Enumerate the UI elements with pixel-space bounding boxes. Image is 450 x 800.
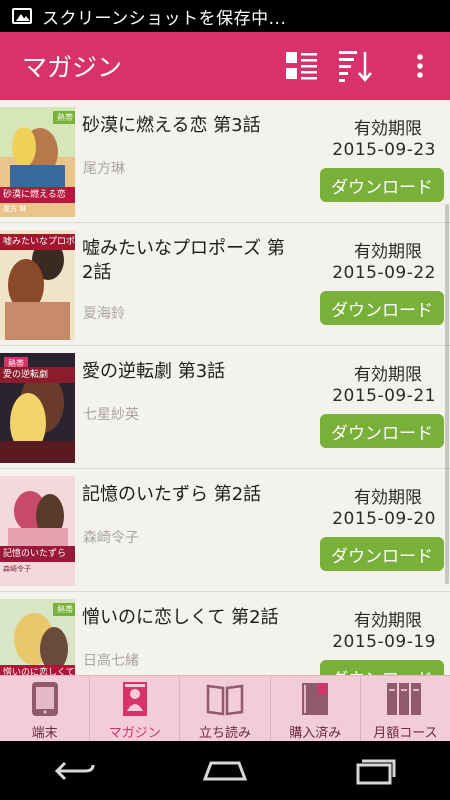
list-item[interactable]: 熱帯 砂漠に燃える恋 尾方 琳 砂漠に燃える恋 第3話 尾方琳 有効期限 201… bbox=[0, 100, 450, 223]
cover-image[interactable]: 熱帯 愛の逆転劇 bbox=[0, 353, 75, 463]
magazine-list[interactable]: 熱帯 砂漠に燃える恋 尾方 琳 砂漠に燃える恋 第3話 尾方琳 有効期限 201… bbox=[0, 100, 450, 675]
open-book-icon bbox=[206, 680, 244, 718]
list-item[interactable]: 熱帯 憎いのに恋しくて 憎いのに恋しくて 第2話 日高七緒 有効期限 2015-… bbox=[0, 592, 450, 675]
item-author: 七星紗英 bbox=[83, 407, 139, 423]
nav-label: 立ち読み bbox=[199, 726, 252, 741]
expiry-date: 2015-09-21 bbox=[332, 386, 436, 406]
app-bar: マガジン bbox=[0, 32, 450, 100]
books-icon bbox=[385, 680, 425, 718]
magazine-icon bbox=[120, 680, 150, 718]
cover-badge: 熱帯 bbox=[53, 111, 75, 124]
cover-title: 嘘みたいなプロポーズ bbox=[0, 234, 75, 250]
download-button[interactable]: ダウンロード bbox=[320, 660, 444, 675]
nav-item-magazine[interactable]: マガジン bbox=[89, 676, 179, 741]
nav-item-subscription[interactable]: 月額コース bbox=[359, 676, 450, 741]
item-author: 日高七緒 bbox=[83, 653, 139, 669]
back-icon[interactable] bbox=[45, 751, 105, 791]
cover-author: 尾方 琳 bbox=[3, 205, 27, 213]
system-nav-bar bbox=[0, 741, 450, 800]
download-button[interactable]: ダウンロード bbox=[320, 291, 444, 325]
nav-item-purchased[interactable]: 購入済み bbox=[269, 676, 360, 741]
home-icon[interactable] bbox=[195, 751, 255, 791]
expiry-date: 2015-09-23 bbox=[332, 140, 436, 160]
cover-title: 愛の逆転劇 bbox=[0, 367, 75, 383]
item-title[interactable]: 憎いのに恋しくて 第2話 bbox=[82, 606, 292, 630]
cover-image[interactable]: 記憶のいたずら 森崎令子 bbox=[0, 476, 75, 586]
status-bar: スクリーンショットを保存中... bbox=[0, 0, 450, 32]
scrollbar[interactable] bbox=[445, 204, 449, 584]
item-title[interactable]: 砂漠に燃える恋 第3話 bbox=[82, 114, 292, 138]
cover-image[interactable]: 熱帯 憎いのに恋しくて bbox=[0, 599, 75, 675]
expiry-label: 有効期限 bbox=[354, 611, 422, 631]
item-title[interactable]: 愛の逆転劇 第3話 bbox=[82, 360, 292, 384]
tablet-icon bbox=[30, 680, 60, 718]
expiry-date: 2015-09-19 bbox=[332, 632, 436, 652]
download-button[interactable]: ダウンロード bbox=[320, 537, 444, 571]
nav-label: 購入済み bbox=[289, 726, 342, 741]
nav-label: マガジン bbox=[108, 726, 161, 741]
cover-image[interactable]: 熱帯 砂漠に燃える恋 尾方 琳 bbox=[0, 107, 75, 217]
item-author: 夏海鈴 bbox=[83, 306, 125, 322]
item-title[interactable]: 嘘みたいなプロポーズ 第2話 bbox=[82, 237, 292, 285]
image-icon bbox=[12, 8, 32, 24]
cover-badge: 熱帯 bbox=[53, 603, 75, 616]
cover-title: 憎いのに恋しくて bbox=[0, 665, 75, 675]
expiry-label: 有効期限 bbox=[354, 242, 422, 262]
download-button[interactable]: ダウンロード bbox=[320, 168, 444, 202]
cover-image[interactable]: 嘘みたいなプロポーズ bbox=[0, 230, 75, 340]
nav-label: 端末 bbox=[31, 726, 58, 741]
expiry-label: 有効期限 bbox=[354, 488, 422, 508]
overflow-menu-icon[interactable] bbox=[400, 46, 440, 86]
list-item[interactable]: 熱帯 愛の逆転劇 愛の逆転劇 第3話 七星紗英 有効期限 2015-09-21 … bbox=[0, 346, 450, 469]
cover-title: 砂漠に燃える恋 bbox=[0, 187, 75, 203]
grid-view-icon[interactable] bbox=[282, 46, 322, 86]
status-text: スクリーンショットを保存中... bbox=[42, 8, 287, 29]
item-author: 森崎令子 bbox=[83, 530, 139, 546]
expiry-label: 有効期限 bbox=[354, 119, 422, 139]
download-button[interactable]: ダウンロード bbox=[320, 414, 444, 448]
nav-label: 月額コース bbox=[373, 726, 438, 741]
sort-icon[interactable] bbox=[336, 46, 376, 86]
cover-author: 森崎令子 bbox=[3, 565, 31, 573]
item-title[interactable]: 記憶のいたずら 第2話 bbox=[82, 483, 292, 507]
bottom-nav: 端末 マガジン 立ち読み 購入済み 月額コース bbox=[0, 675, 450, 741]
recents-icon[interactable] bbox=[345, 751, 405, 791]
list-item[interactable]: 嘘みたいなプロポーズ 嘘みたいなプロポーズ 第2話 夏海鈴 有効期限 2015-… bbox=[0, 223, 450, 346]
item-author: 尾方琳 bbox=[83, 161, 125, 177]
nav-item-device[interactable]: 端末 bbox=[0, 676, 89, 741]
expiry-date: 2015-09-20 bbox=[332, 509, 436, 529]
nav-item-preview[interactable]: 立ち読み bbox=[179, 676, 269, 741]
cover-title: 記憶のいたずら bbox=[0, 546, 75, 562]
expiry-label: 有効期限 bbox=[354, 365, 422, 385]
page-title: マガジン bbox=[22, 53, 123, 82]
list-item[interactable]: 記憶のいたずら 森崎令子 記憶のいたずら 第2話 森崎令子 有効期限 2015-… bbox=[0, 469, 450, 592]
bookmark-book-icon bbox=[300, 680, 330, 718]
expiry-date: 2015-09-22 bbox=[332, 263, 436, 283]
